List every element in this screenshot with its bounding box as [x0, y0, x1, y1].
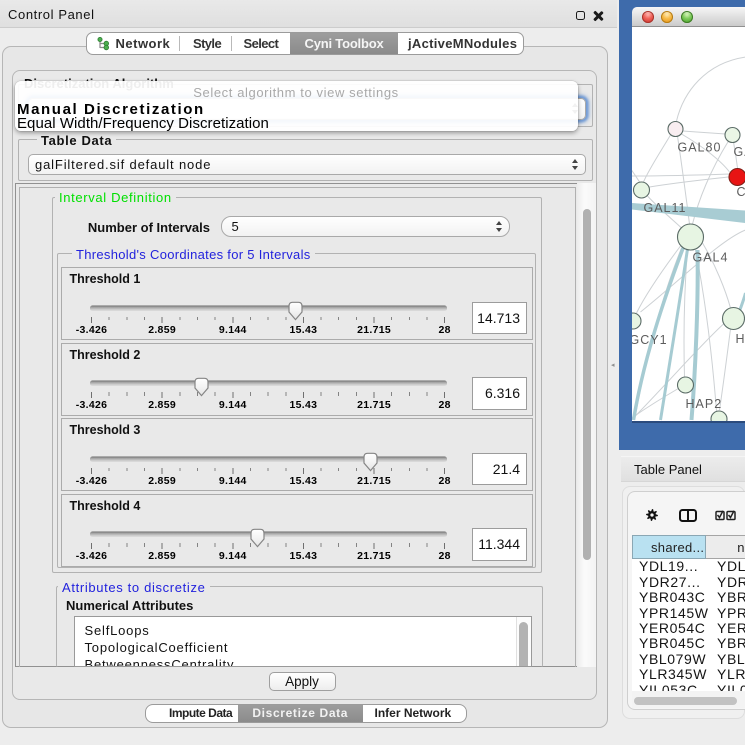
svg-text:GAL80: GAL80: [677, 141, 721, 155]
svg-text:HAP2: HAP2: [685, 397, 722, 411]
svg-text:HI: HI: [735, 332, 745, 346]
svg-text:CY: CY: [736, 185, 745, 199]
svg-text:GAL11: GAL11: [643, 201, 686, 215]
svg-text:GAL4: GAL4: [692, 251, 728, 265]
svg-text:GCY1: GCY1: [632, 333, 668, 347]
svg-text:GAL: GAL: [733, 145, 745, 159]
